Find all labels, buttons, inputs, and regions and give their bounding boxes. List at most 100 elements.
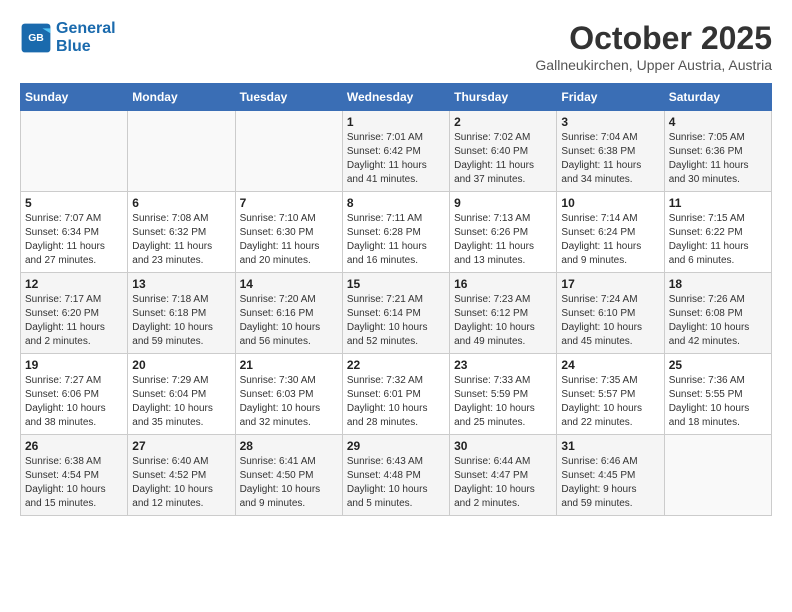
- day-number: 23: [454, 358, 552, 372]
- month-title: October 2025: [535, 20, 772, 57]
- day-number: 9: [454, 196, 552, 210]
- calendar-cell: 1 Sunrise: 7:01 AM Sunset: 6:42 PM Daylig…: [342, 111, 449, 192]
- day-info: Sunrise: 7:27 AM Sunset: 6:06 PM Dayligh…: [25, 374, 123, 430]
- day-number: 5: [25, 196, 123, 210]
- day-number: 17: [561, 277, 659, 291]
- day-number: 25: [669, 358, 767, 372]
- calendar-cell: 12 Sunrise: 7:17 AM Sunset: 6:20 PM Dayli…: [21, 273, 128, 354]
- day-info: Sunrise: 6:43 AM Sunset: 4:48 PM Dayligh…: [347, 455, 445, 511]
- weekday-header-friday: Friday: [557, 84, 664, 111]
- day-info: Sunrise: 7:07 AM Sunset: 6:34 PM Dayligh…: [25, 212, 123, 268]
- day-info: Sunrise: 6:41 AM Sunset: 4:50 PM Dayligh…: [240, 455, 338, 511]
- calendar-cell: 23 Sunrise: 7:33 AM Sunset: 5:59 PM Dayli…: [450, 354, 557, 435]
- day-info: Sunrise: 7:10 AM Sunset: 6:30 PM Dayligh…: [240, 212, 338, 268]
- day-info: Sunrise: 7:01 AM Sunset: 6:42 PM Dayligh…: [347, 131, 445, 187]
- day-number: 30: [454, 439, 552, 453]
- day-number: 6: [132, 196, 230, 210]
- calendar-cell: 18 Sunrise: 7:26 AM Sunset: 6:08 PM Dayli…: [664, 273, 771, 354]
- day-number: 19: [25, 358, 123, 372]
- calendar-cell: [128, 111, 235, 192]
- day-number: 12: [25, 277, 123, 291]
- weekday-header-tuesday: Tuesday: [235, 84, 342, 111]
- day-number: 22: [347, 358, 445, 372]
- day-info: Sunrise: 7:32 AM Sunset: 6:01 PM Dayligh…: [347, 374, 445, 430]
- day-number: 10: [561, 196, 659, 210]
- calendar-cell: 11Sunrise: 7:15 AM Sunset: 6:22 PM Dayli…: [664, 192, 771, 273]
- calendar-cell: 7 Sunrise: 7:10 AM Sunset: 6:30 PM Daylig…: [235, 192, 342, 273]
- weekday-header-monday: Monday: [128, 84, 235, 111]
- day-info: Sunrise: 6:46 AM Sunset: 4:45 PM Dayligh…: [561, 455, 659, 511]
- day-info: Sunrise: 7:05 AM Sunset: 6:36 PM Dayligh…: [669, 131, 767, 187]
- day-number: 7: [240, 196, 338, 210]
- calendar-cell: 2Sunrise: 7:02 AM Sunset: 6:40 PM Daylig…: [450, 111, 557, 192]
- calendar-week-2: 5 Sunrise: 7:07 AM Sunset: 6:34 PM Daylig…: [21, 192, 772, 273]
- day-number: 4: [669, 115, 767, 129]
- day-info: Sunrise: 7:35 AM Sunset: 5:57 PM Dayligh…: [561, 374, 659, 430]
- day-info: Sunrise: 7:20 AM Sunset: 6:16 PM Dayligh…: [240, 293, 338, 349]
- day-number: 29: [347, 439, 445, 453]
- day-info: Sunrise: 6:40 AM Sunset: 4:52 PM Dayligh…: [132, 455, 230, 511]
- day-info: Sunrise: 7:04 AM Sunset: 6:38 PM Dayligh…: [561, 131, 659, 187]
- day-info: Sunrise: 7:36 AM Sunset: 5:55 PM Dayligh…: [669, 374, 767, 430]
- calendar-cell: 28 Sunrise: 6:41 AM Sunset: 4:50 PM Dayli…: [235, 435, 342, 516]
- weekday-header-wednesday: Wednesday: [342, 84, 449, 111]
- calendar-cell: 24 Sunrise: 7:35 AM Sunset: 5:57 PM Dayli…: [557, 354, 664, 435]
- calendar-cell: 10 Sunrise: 7:14 AM Sunset: 6:24 PM Dayli…: [557, 192, 664, 273]
- calendar-cell: 22 Sunrise: 7:32 AM Sunset: 6:01 PM Dayli…: [342, 354, 449, 435]
- calendar-cell: 27 Sunrise: 6:40 AM Sunset: 4:52 PM Dayli…: [128, 435, 235, 516]
- day-number: 21: [240, 358, 338, 372]
- day-info: Sunrise: 6:44 AM Sunset: 4:47 PM Dayligh…: [454, 455, 552, 511]
- calendar-cell: 17 Sunrise: 7:24 AM Sunset: 6:10 PM Dayli…: [557, 273, 664, 354]
- weekday-header-saturday: Saturday: [664, 84, 771, 111]
- day-info: Sunrise: 6:38 AM Sunset: 4:54 PM Dayligh…: [25, 455, 123, 511]
- day-number: 27: [132, 439, 230, 453]
- logo-icon: GB: [20, 22, 52, 54]
- day-info: Sunrise: 7:18 AM Sunset: 6:18 PM Dayligh…: [132, 293, 230, 349]
- day-number: 24: [561, 358, 659, 372]
- page-header: GB General Blue October 2025 Gallneukirc…: [20, 20, 772, 73]
- day-number: 2: [454, 115, 552, 129]
- calendar-table: SundayMondayTuesdayWednesdayThursdayFrid…: [20, 83, 772, 516]
- day-info: Sunrise: 7:21 AM Sunset: 6:14 PM Dayligh…: [347, 293, 445, 349]
- day-info: Sunrise: 7:30 AM Sunset: 6:03 PM Dayligh…: [240, 374, 338, 430]
- calendar-body: 1 Sunrise: 7:01 AM Sunset: 6:42 PM Daylig…: [21, 111, 772, 516]
- day-number: 28: [240, 439, 338, 453]
- day-info: Sunrise: 7:14 AM Sunset: 6:24 PM Dayligh…: [561, 212, 659, 268]
- calendar-week-4: 19 Sunrise: 7:27 AM Sunset: 6:06 PM Dayli…: [21, 354, 772, 435]
- calendar-cell: [664, 435, 771, 516]
- calendar-cell: 30 Sunrise: 6:44 AM Sunset: 4:47 PM Dayli…: [450, 435, 557, 516]
- day-info: Sunrise: 7:24 AM Sunset: 6:10 PM Dayligh…: [561, 293, 659, 349]
- calendar-header: SundayMondayTuesdayWednesdayThursdayFrid…: [21, 84, 772, 111]
- svg-text:GB: GB: [28, 33, 44, 44]
- day-number: 14: [240, 277, 338, 291]
- day-number: 15: [347, 277, 445, 291]
- calendar-cell: 3 Sunrise: 7:04 AM Sunset: 6:38 PM Daylig…: [557, 111, 664, 192]
- calendar-cell: 26 Sunrise: 6:38 AM Sunset: 4:54 PM Dayli…: [21, 435, 128, 516]
- day-info: Sunrise: 7:23 AM Sunset: 6:12 PM Dayligh…: [454, 293, 552, 349]
- calendar-week-5: 26 Sunrise: 6:38 AM Sunset: 4:54 PM Dayli…: [21, 435, 772, 516]
- day-info: Sunrise: 7:17 AM Sunset: 6:20 PM Dayligh…: [25, 293, 123, 349]
- day-info: Sunrise: 7:26 AM Sunset: 6:08 PM Dayligh…: [669, 293, 767, 349]
- day-number: 31: [561, 439, 659, 453]
- calendar-cell: 5 Sunrise: 7:07 AM Sunset: 6:34 PM Daylig…: [21, 192, 128, 273]
- calendar-cell: 20Sunrise: 7:29 AM Sunset: 6:04 PM Dayli…: [128, 354, 235, 435]
- day-number: 18: [669, 277, 767, 291]
- logo: GB General Blue: [20, 20, 116, 55]
- calendar-cell: [21, 111, 128, 192]
- day-info: Sunrise: 7:29 AM Sunset: 6:04 PM Dayligh…: [132, 374, 230, 430]
- calendar-cell: 8Sunrise: 7:11 AM Sunset: 6:28 PM Daylig…: [342, 192, 449, 273]
- day-number: 26: [25, 439, 123, 453]
- day-info: Sunrise: 7:08 AM Sunset: 6:32 PM Dayligh…: [132, 212, 230, 268]
- calendar-week-1: 1 Sunrise: 7:01 AM Sunset: 6:42 PM Daylig…: [21, 111, 772, 192]
- calendar-cell: 31 Sunrise: 6:46 AM Sunset: 4:45 PM Dayli…: [557, 435, 664, 516]
- calendar-cell: 21 Sunrise: 7:30 AM Sunset: 6:03 PM Dayli…: [235, 354, 342, 435]
- calendar-cell: 15 Sunrise: 7:21 AM Sunset: 6:14 PM Dayli…: [342, 273, 449, 354]
- calendar-cell: 19 Sunrise: 7:27 AM Sunset: 6:06 PM Dayli…: [21, 354, 128, 435]
- day-info: Sunrise: 7:33 AM Sunset: 5:59 PM Dayligh…: [454, 374, 552, 430]
- day-number: 1: [347, 115, 445, 129]
- day-number: 11: [669, 196, 767, 210]
- calendar-week-3: 12 Sunrise: 7:17 AM Sunset: 6:20 PM Dayli…: [21, 273, 772, 354]
- calendar-cell: 6 Sunrise: 7:08 AM Sunset: 6:32 PM Daylig…: [128, 192, 235, 273]
- calendar-cell: [235, 111, 342, 192]
- day-number: 3: [561, 115, 659, 129]
